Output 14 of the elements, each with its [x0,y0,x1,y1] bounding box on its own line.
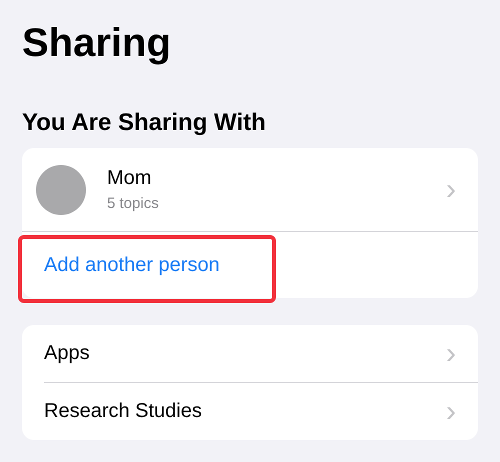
menu-item[interactable]: Apps › [22,325,478,382]
add-person-link[interactable]: Add another person [44,254,220,276]
section-header: You Are Sharing With [22,108,267,138]
person-subtitle: 5 topics [107,195,160,212]
chevron-icon: › [446,396,456,426]
chevron-icon: › [446,174,456,204]
person-row[interactable]: Mom 5 topics › [22,148,478,231]
menu-item[interactable]: Research Studies › [22,383,478,440]
chevron-icon: › [446,338,456,368]
menu-label: Research Studies [44,400,203,423]
avatar-icon [36,164,86,214]
page-title: Sharing [22,20,172,67]
menu-label: Apps [44,342,91,365]
person-name: Mom [107,167,152,190]
